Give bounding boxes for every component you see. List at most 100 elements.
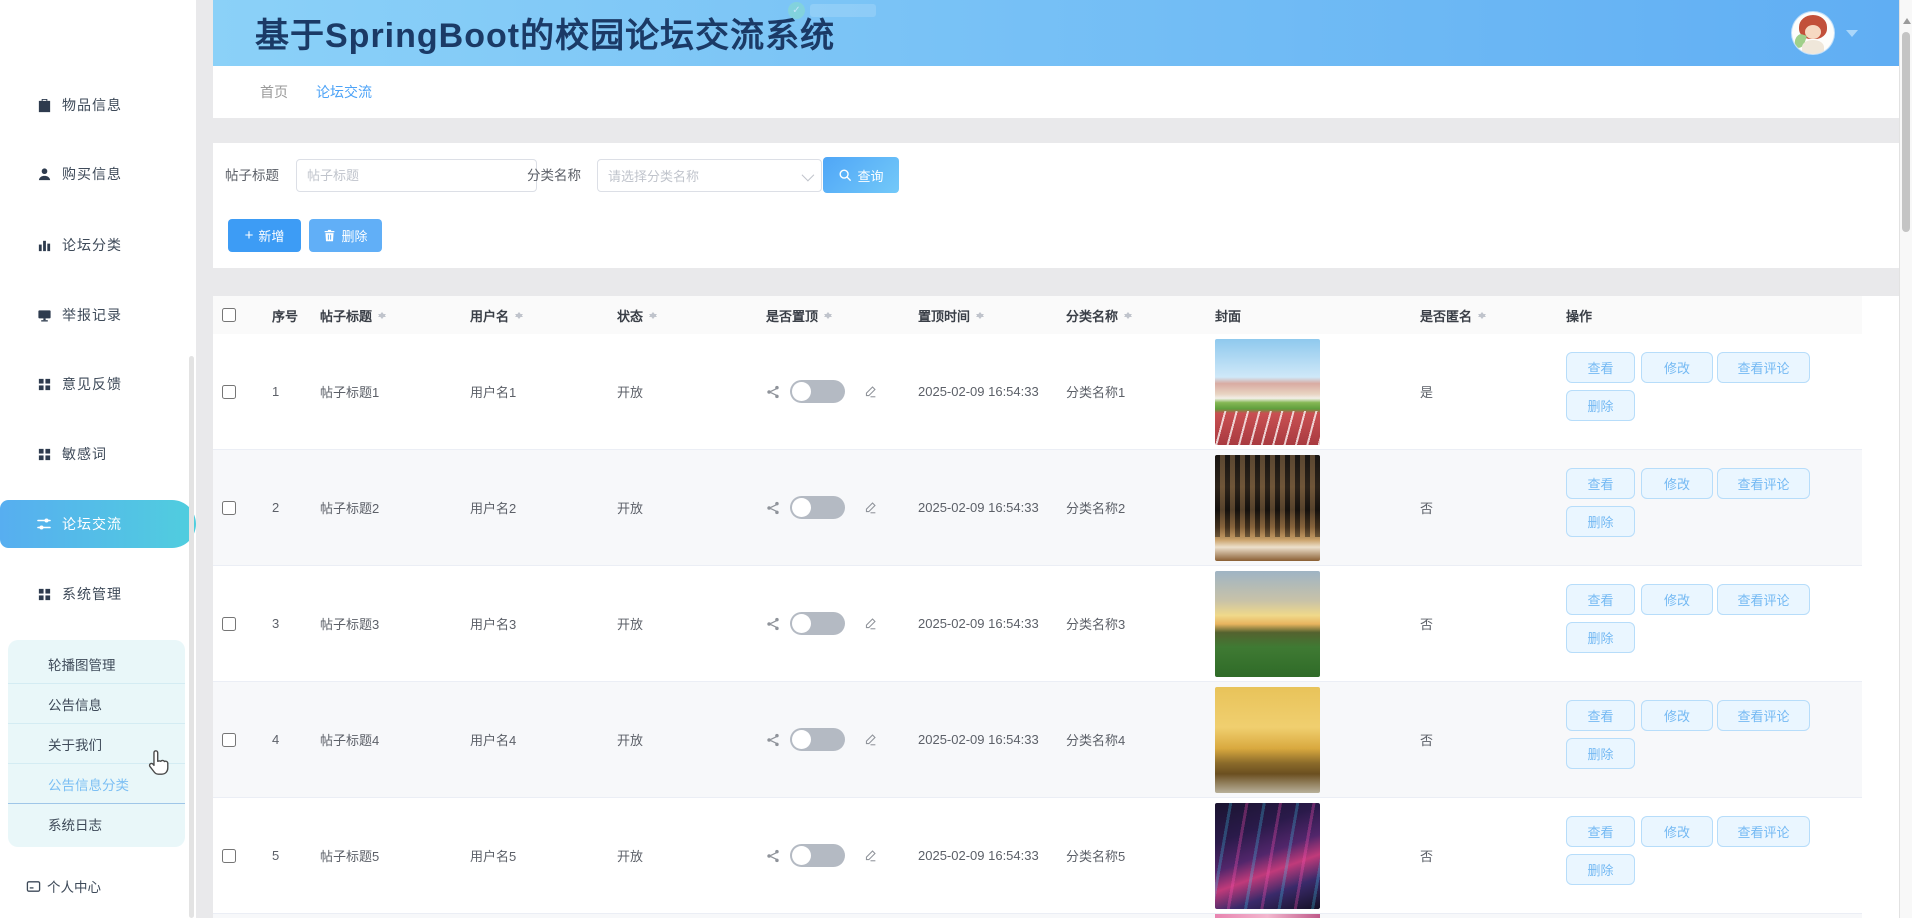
- username: 用户名3: [470, 617, 517, 632]
- col-status[interactable]: 状态: [617, 296, 658, 334]
- cover-image[interactable]: [1215, 570, 1320, 677]
- search-icon: [839, 169, 852, 181]
- share-icon[interactable]: [766, 682, 780, 797]
- col-username[interactable]: 用户名: [470, 296, 524, 334]
- table-row: 5 帖子标题5 用户名5 开放 2025-02-09 16:54:33 分类名称…: [213, 798, 1862, 914]
- cover-image[interactable]: [1215, 454, 1320, 561]
- category: 分类名称3: [1066, 617, 1126, 632]
- row-checkbox[interactable]: [222, 500, 236, 515]
- view-comments-button[interactable]: 查看评论: [1717, 816, 1810, 847]
- post-title: 帖子标题1: [320, 385, 380, 400]
- edit-pencil-icon[interactable]: [864, 566, 877, 681]
- chevron-down-icon[interactable]: [1846, 30, 1858, 37]
- sidebar-item-system-management[interactable]: 系统管理: [0, 570, 196, 618]
- cover-image[interactable]: [1215, 686, 1320, 793]
- row-checkbox[interactable]: [222, 848, 236, 863]
- avatar[interactable]: [1792, 12, 1834, 54]
- sidebar-item-personal-center[interactable]: 个人中心: [26, 876, 101, 896]
- page-scrollbar[interactable]: [1899, 0, 1912, 918]
- sidebar-item-goods[interactable]: 物品信息: [0, 81, 196, 129]
- submenu-item-announcement[interactable]: 公告信息: [8, 684, 185, 724]
- app-header: 基于SpringBoot的校园论坛交流系统 ✓: [213, 0, 1899, 66]
- view-button[interactable]: 查看: [1566, 816, 1635, 847]
- plus-icon: +: [244, 227, 254, 244]
- sidebar-item-purchase[interactable]: 购买信息: [0, 150, 196, 198]
- page-title: 基于SpringBoot的校园论坛交流系统: [255, 17, 836, 55]
- edit-button[interactable]: 修改: [1641, 352, 1713, 383]
- sidebar: 物品信息 购买信息 论坛分类 举报记录 意见反馈 敏感词 论坛交流 系统管理 轮…: [0, 0, 196, 918]
- bar-chart-icon: [36, 237, 52, 253]
- sidebar-item-forum-exchange[interactable]: 论坛交流: [0, 500, 196, 548]
- view-comments-button[interactable]: 查看评论: [1717, 352, 1810, 383]
- share-icon[interactable]: [766, 334, 780, 449]
- delete-row-button[interactable]: 删除: [1566, 506, 1635, 537]
- cover-image[interactable]: [1215, 338, 1320, 445]
- edit-button[interactable]: 修改: [1641, 468, 1713, 499]
- pin-toggle[interactable]: [790, 496, 845, 519]
- share-icon[interactable]: [766, 798, 780, 913]
- scroll-up-arrow-icon[interactable]: [1903, 18, 1911, 24]
- submenu-item-carousel[interactable]: 轮播图管理: [8, 644, 185, 684]
- delete-row-button[interactable]: 删除: [1566, 390, 1635, 421]
- view-button[interactable]: 查看: [1566, 352, 1635, 383]
- delete-button[interactable]: 删除: [309, 219, 382, 252]
- share-icon[interactable]: [766, 566, 780, 681]
- edit-pencil-icon[interactable]: [864, 798, 877, 913]
- view-button[interactable]: 查看: [1566, 584, 1635, 615]
- pin-time: 2025-02-09 16:54:33: [918, 616, 1039, 631]
- select-all-checkbox[interactable]: [222, 308, 236, 322]
- category-select-placeholder: 请选择分类名称: [608, 169, 700, 184]
- table-row-partial: [213, 914, 1862, 918]
- pin-time: 2025-02-09 16:54:33: [918, 732, 1039, 747]
- username: 用户名5: [470, 849, 517, 864]
- sidebar-scrollbar[interactable]: [189, 356, 194, 918]
- cover-image[interactable]: [1215, 802, 1320, 909]
- pin-toggle[interactable]: [790, 612, 845, 635]
- submenu-item-about-us[interactable]: 关于我们: [8, 724, 185, 764]
- row-checkbox[interactable]: [222, 616, 236, 631]
- query-button[interactable]: 查询: [823, 157, 899, 193]
- pin-toggle[interactable]: [790, 728, 845, 751]
- delete-row-button[interactable]: 删除: [1566, 738, 1635, 769]
- edit-button[interactable]: 修改: [1641, 584, 1713, 615]
- sidebar-item-feedback[interactable]: 意见反馈: [0, 360, 196, 408]
- post-title-input[interactable]: [296, 159, 537, 192]
- tab-forum-exchange[interactable]: 论坛交流: [316, 66, 372, 118]
- sidebar-item-forum-category[interactable]: 论坛分类: [0, 221, 196, 269]
- status: 开放: [617, 733, 644, 748]
- view-comments-button[interactable]: 查看评论: [1717, 584, 1810, 615]
- sidebar-item-sensitive-words[interactable]: 敏感词: [0, 430, 196, 478]
- edit-button[interactable]: 修改: [1641, 816, 1713, 847]
- col-cover: 封面: [1215, 308, 1242, 324]
- view-comments-button[interactable]: 查看评论: [1717, 700, 1810, 731]
- delete-row-button[interactable]: 删除: [1566, 854, 1635, 885]
- edit-pencil-icon[interactable]: [864, 450, 877, 565]
- col-anonymous[interactable]: 是否匿名: [1420, 296, 1487, 334]
- sidebar-item-report-record[interactable]: 举报记录: [0, 291, 196, 339]
- pin-toggle[interactable]: [790, 380, 845, 403]
- row-index: 5: [272, 848, 280, 863]
- view-button[interactable]: 查看: [1566, 468, 1635, 499]
- edit-button[interactable]: 修改: [1641, 700, 1713, 731]
- edit-pencil-icon[interactable]: [864, 682, 877, 797]
- view-comments-button[interactable]: 查看评论: [1717, 468, 1810, 499]
- view-button[interactable]: 查看: [1566, 700, 1635, 731]
- share-icon[interactable]: [766, 450, 780, 565]
- submenu-item-system-log[interactable]: 系统日志: [8, 804, 185, 843]
- row-checkbox[interactable]: [222, 384, 236, 399]
- col-category[interactable]: 分类名称: [1066, 296, 1133, 334]
- edit-pencil-icon[interactable]: [864, 334, 877, 449]
- tab-home[interactable]: 首页: [260, 66, 288, 118]
- delete-row-button[interactable]: 删除: [1566, 622, 1635, 653]
- scrollbar-thumb[interactable]: [1902, 32, 1910, 232]
- cover-image: [1215, 914, 1320, 918]
- category-select[interactable]: 请选择分类名称: [597, 159, 822, 192]
- col-pin-time[interactable]: 置顶时间: [918, 296, 985, 334]
- submenu-item-announcement-category[interactable]: 公告信息分类: [8, 764, 185, 804]
- add-button[interactable]: + 新增: [228, 219, 301, 252]
- row-checkbox[interactable]: [222, 732, 236, 747]
- sort-icon: [377, 308, 387, 323]
- pin-toggle[interactable]: [790, 844, 845, 867]
- col-pinned[interactable]: 是否置顶: [766, 296, 833, 334]
- col-post-title[interactable]: 帖子标题: [320, 296, 387, 334]
